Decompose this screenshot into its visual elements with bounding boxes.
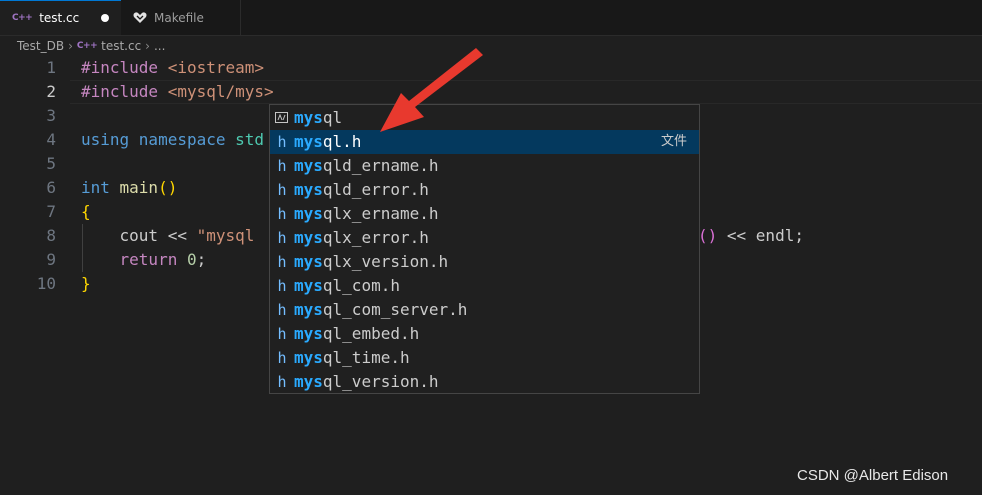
watermark: CSDN @Albert Edison (797, 467, 949, 484)
annotation-arrow (380, 48, 483, 132)
annotation-arrow-shape (380, 48, 483, 132)
